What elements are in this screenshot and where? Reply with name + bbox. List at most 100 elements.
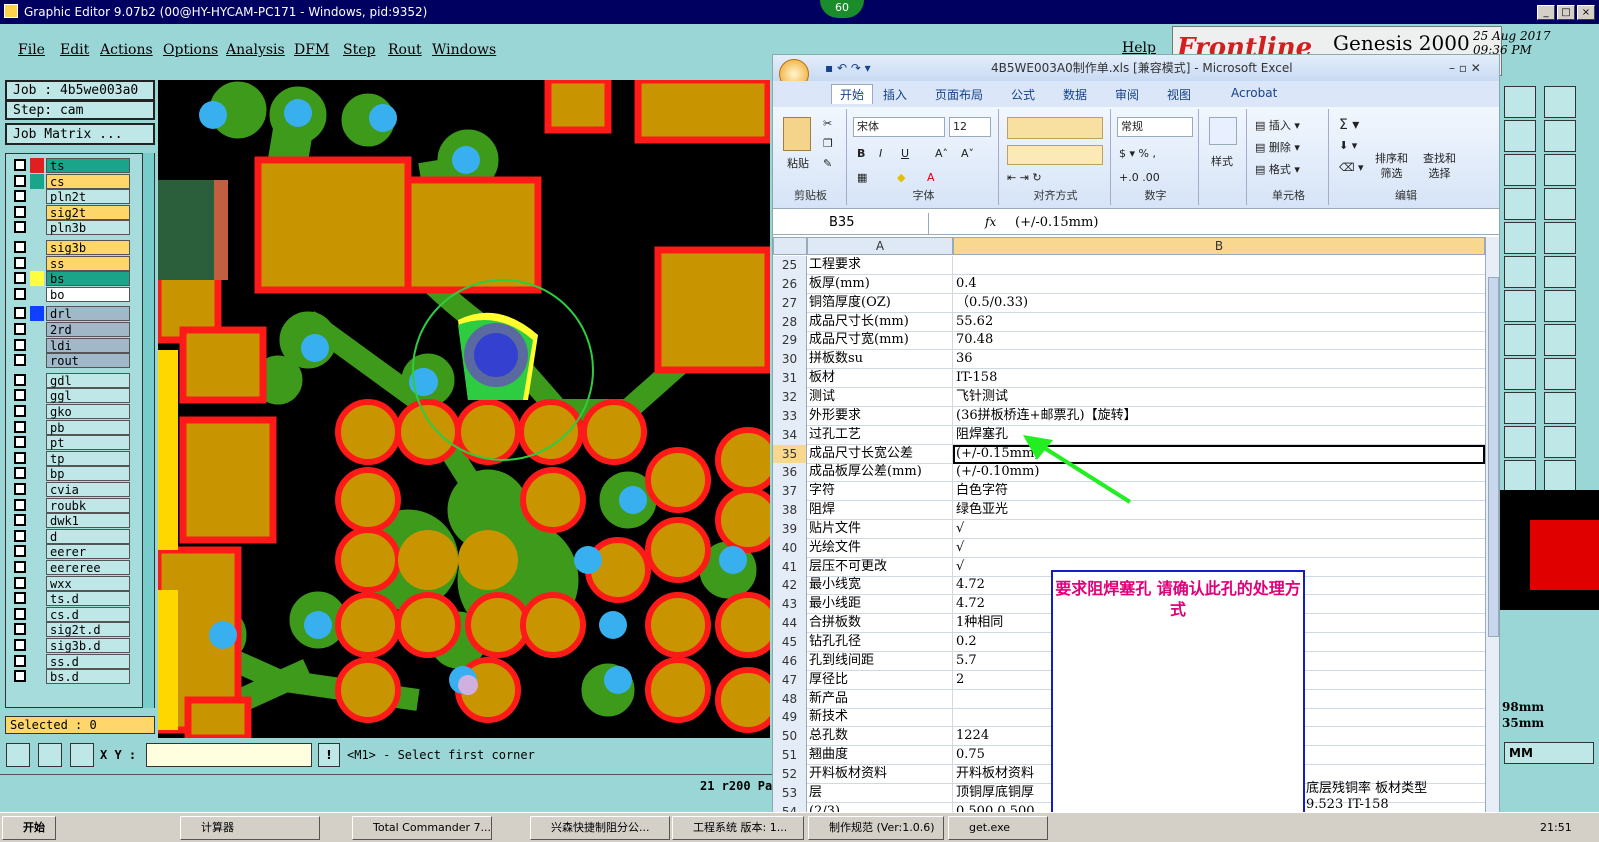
row-number[interactable]: 37 xyxy=(773,482,807,502)
layer-checkbox[interactable] xyxy=(14,373,26,386)
layer-checkbox[interactable] xyxy=(14,529,26,542)
cell-a[interactable]: 成品板厚公差(mm) xyxy=(807,463,953,483)
layer-row-ts[interactable]: ts xyxy=(10,158,130,173)
cell-a[interactable]: 外形要求 xyxy=(807,406,953,426)
cell-a[interactable]: 总孔数 xyxy=(807,727,953,747)
fill-icon[interactable]: ⬇ ▾ xyxy=(1339,139,1357,152)
tool-icon-9-1[interactable] xyxy=(1544,392,1576,424)
layer-checkbox[interactable] xyxy=(14,607,26,620)
layer-row-bo[interactable]: bo xyxy=(10,286,130,302)
layer-checkbox[interactable] xyxy=(14,654,26,667)
row-number[interactable]: 53 xyxy=(773,783,807,803)
sheet-row[interactable]: 39 贴片文件 √ xyxy=(773,519,1485,539)
cell-a[interactable]: 开料板材资料 xyxy=(807,764,953,784)
layer-row-rout[interactable]: rout xyxy=(10,353,130,369)
cell-b[interactable]: 55.62 xyxy=(953,313,1485,332)
tool-icon-6-0[interactable] xyxy=(1504,290,1536,322)
column-header-b[interactable]: B xyxy=(953,237,1485,255)
taskbar-item-calculator[interactable]: 计算器 xyxy=(180,816,320,840)
layer-row-tp[interactable]: tp xyxy=(10,450,130,466)
corner-select-all[interactable] xyxy=(773,237,807,255)
start-button[interactable]: 开始 xyxy=(2,816,56,840)
layer-checkbox[interactable] xyxy=(14,670,26,683)
ribbon-tab-2[interactable]: 页面布局 xyxy=(935,86,983,103)
underline-button[interactable]: U xyxy=(901,147,909,160)
layer-checkbox[interactable] xyxy=(14,639,26,651)
tool-icon-3-1[interactable] xyxy=(1544,188,1576,220)
layer-checkbox[interactable] xyxy=(14,420,26,433)
layer-row-eereree[interactable]: eereree xyxy=(10,560,130,575)
paste-button[interactable]: 粘贴 xyxy=(787,155,809,171)
tool-icon-1-1[interactable] xyxy=(1544,120,1576,152)
layer-checkbox[interactable] xyxy=(14,190,26,203)
scroll-thumb[interactable] xyxy=(1488,277,1499,637)
layer-checkbox[interactable] xyxy=(14,256,26,269)
layer-row-eerer[interactable]: eerer xyxy=(10,544,130,560)
cell-a[interactable]: 光绘文件 xyxy=(807,538,953,558)
row-number[interactable]: 31 xyxy=(773,369,807,389)
row-number[interactable]: 29 xyxy=(773,331,807,351)
layer-row-bs[interactable]: bs xyxy=(10,271,130,287)
copy-icon[interactable]: ❐ xyxy=(823,137,833,150)
taskbar-item-engineering[interactable]: 工程系统 版本: 1... xyxy=(672,816,804,840)
cell-a[interactable]: 最小线距 xyxy=(807,595,953,615)
row-number[interactable]: 43 xyxy=(773,595,807,615)
layer-checkbox[interactable] xyxy=(14,576,26,589)
sheet-row[interactable]: 31 板材 IT-158 xyxy=(773,369,1485,389)
styles-icon[interactable] xyxy=(1209,117,1237,145)
layer-row-gdl[interactable]: gdl xyxy=(10,372,130,388)
tool-icon-5-1[interactable] xyxy=(1544,256,1576,288)
layer-checkbox[interactable] xyxy=(14,307,26,320)
layer-row-ss.d[interactable]: ss.d xyxy=(10,653,130,669)
sheet-row[interactable]: 29 成品尺寸宽(mm) 70.48 xyxy=(773,331,1485,351)
bold-button[interactable]: B xyxy=(857,147,865,160)
layer-checkbox[interactable] xyxy=(14,436,26,449)
row-number[interactable]: 38 xyxy=(773,501,807,521)
cell-a[interactable]: 新产品 xyxy=(807,689,953,709)
alert-icon[interactable]: ! xyxy=(318,743,340,767)
layer-checkbox[interactable] xyxy=(14,272,26,285)
taskbar-item-total-commander[interactable]: Total Commander 7.... xyxy=(352,816,492,840)
delete-cells-button[interactable]: ▤ 删除 ▾ xyxy=(1255,139,1300,155)
font-size-select[interactable]: 12 xyxy=(949,117,991,137)
cell-a[interactable]: 新技术 xyxy=(807,708,953,728)
name-box[interactable]: B35 xyxy=(773,213,929,234)
sheet-row[interactable]: 32 测试 飞针测试 xyxy=(773,387,1485,407)
cell-a[interactable]: 工程要求 xyxy=(807,256,953,275)
layer-row-wxx[interactable]: wxx xyxy=(10,575,130,591)
cell-a[interactable]: 层 xyxy=(807,783,953,803)
cell-b[interactable]: 0.4 xyxy=(953,275,1485,294)
tool-icon-8-1[interactable] xyxy=(1544,358,1576,390)
layer-checkbox[interactable] xyxy=(14,323,26,335)
row-number[interactable]: 34 xyxy=(773,425,807,445)
ribbon-tab-1[interactable]: 插入 xyxy=(883,86,907,103)
layer-checkbox[interactable] xyxy=(14,545,26,558)
cut-icon[interactable]: ✂ xyxy=(823,117,832,130)
zoom-tool-icon[interactable] xyxy=(6,743,30,767)
sheet-row[interactable]: 28 成品尺寸长(mm) 55.62 xyxy=(773,312,1485,332)
cell-a[interactable]: 合拼板数 xyxy=(807,614,953,634)
layer-checkbox[interactable] xyxy=(14,174,26,187)
cell-a[interactable]: 翘曲度 xyxy=(807,746,953,766)
tool-icon-4-1[interactable] xyxy=(1544,222,1576,254)
minimize-button[interactable]: _ xyxy=(1537,5,1555,20)
ribbon-tab-4[interactable]: 数据 xyxy=(1063,86,1087,103)
border-button[interactable]: ▦ xyxy=(857,171,867,184)
row-number[interactable]: 28 xyxy=(773,312,807,332)
format-painter-icon[interactable]: ✎ xyxy=(823,157,832,170)
horizontal-align-buttons[interactable] xyxy=(1007,145,1103,165)
cell-b[interactable]: (36拼板桥连+邮票孔)【旋转】 xyxy=(953,407,1485,426)
layer-row-pt[interactable]: pt xyxy=(10,435,130,451)
close-button[interactable]: × xyxy=(1577,5,1595,20)
cell-a[interactable]: 成品尺寸长(mm) xyxy=(807,312,953,332)
row-number[interactable]: 30 xyxy=(773,350,807,370)
layer-row-cs[interactable]: cs xyxy=(10,173,130,189)
cell-a[interactable]: 阻焊 xyxy=(807,501,953,521)
pcb-graphic-canvas[interactable] xyxy=(158,80,770,738)
taskbar-item-company[interactable]: 兴森快捷制阻分公... xyxy=(530,816,670,840)
menu-actions[interactable]: Actions xyxy=(100,42,153,58)
cell-b[interactable]: √ xyxy=(953,539,1485,558)
layer-row-sig2t.d[interactable]: sig2t.d xyxy=(10,622,130,638)
layer-row-ts.d[interactable]: ts.d xyxy=(10,591,130,607)
layer-checkbox[interactable] xyxy=(14,451,26,464)
